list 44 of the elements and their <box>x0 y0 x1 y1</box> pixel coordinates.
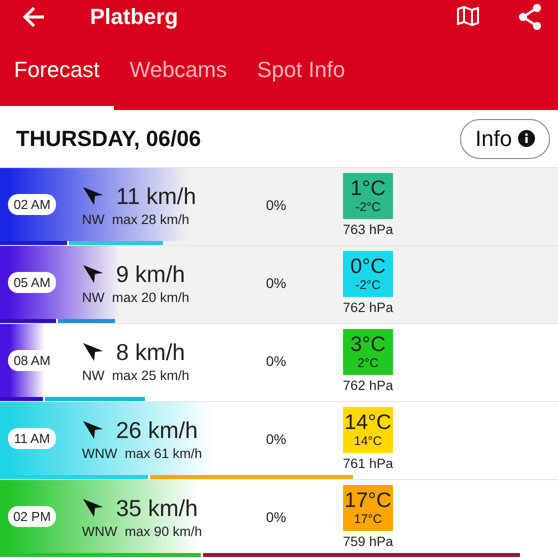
wind-detail: NW max 28 km/h <box>82 212 190 226</box>
wind-speed: 35 km/h <box>116 494 198 522</box>
rain-chance: 0% <box>266 508 288 524</box>
wind-arrow-icon <box>82 264 104 284</box>
tab[interactable]: Spot Info <box>243 34 360 110</box>
info-button[interactable]: Info <box>460 118 550 158</box>
wind-speed: 8 km/h <box>116 338 186 366</box>
temperature-tile: 3°C 2°C <box>343 328 393 374</box>
temperature-tile: 17°C 17°C <box>343 484 393 530</box>
hour-label: 11 AM <box>8 428 56 449</box>
wind-arrow-icon <box>82 342 104 362</box>
share-icon[interactable] <box>518 4 542 30</box>
rain-chance: 0% <box>266 352 288 368</box>
tab[interactable]: Webcams <box>116 34 241 110</box>
hour-label: 02 PM <box>8 506 56 527</box>
rain-chance: 0% <box>266 430 288 446</box>
location-title: Platberg <box>90 4 180 30</box>
hour-label: 05 AM <box>8 272 56 293</box>
back-icon[interactable] <box>22 6 46 28</box>
wind-speed: 9 km/h <box>116 260 186 288</box>
wind-detail: NW max 20 km/h <box>82 290 190 304</box>
pressure: 761 hPa <box>342 456 394 470</box>
wind-speed: 11 km/h <box>116 182 196 210</box>
tab[interactable]: Forecast <box>0 34 114 110</box>
rain-chance: 0% <box>266 274 288 290</box>
wind-arrow-icon <box>82 186 104 206</box>
pressure: 759 hPa <box>342 534 394 548</box>
info-icon <box>518 130 535 147</box>
pressure: 762 hPa <box>342 300 394 314</box>
hour-label: 02 AM <box>8 194 56 215</box>
wind-detail: WNW max 90 km/h <box>82 524 204 538</box>
wind-detail: WNW max 61 km/h <box>82 446 204 460</box>
map-icon[interactable] <box>456 4 480 28</box>
temperature-tile: 14°C 14°C <box>343 406 393 452</box>
temperature-tile: 1°C -2°C <box>343 172 393 218</box>
pressure: 763 hPa <box>342 222 394 236</box>
rain-chance: 0% <box>266 196 288 212</box>
wind-arrow-icon <box>82 498 104 518</box>
pressure: 762 hPa <box>342 378 394 392</box>
day-heading: THURSDAY, 06/06 <box>16 126 202 152</box>
wind-detail: NW max 25 km/h <box>82 368 190 382</box>
wind-speed: 26 km/h <box>116 416 198 444</box>
wind-arrow-icon <box>82 420 104 440</box>
temperature-tile: 0°C -2°C <box>343 250 393 296</box>
